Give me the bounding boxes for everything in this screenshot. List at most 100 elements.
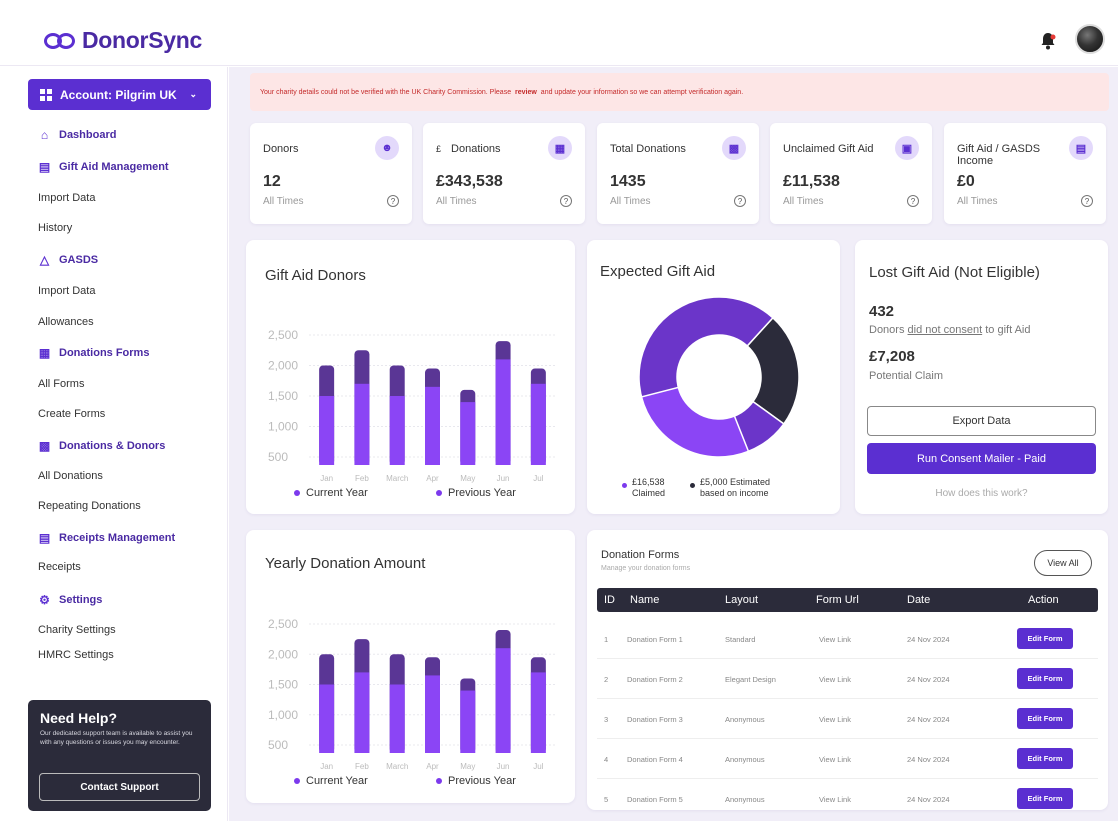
how-does-this-work-link[interactable]: How does this work?	[855, 488, 1108, 499]
bar-current-year[interactable]	[530, 672, 546, 753]
edit-form-button[interactable]: Edit Form	[1017, 748, 1073, 769]
stat-period: All Times	[957, 196, 998, 207]
home-icon: ⌂	[40, 127, 49, 142]
export-data-button[interactable]: Export Data	[867, 406, 1096, 436]
edit-form-button[interactable]: Edit Form	[1017, 628, 1073, 649]
receipt-icon: ▤	[38, 530, 51, 545]
sidebar-item-import-data[interactable]: Import Data	[38, 285, 95, 297]
sidebar-item-all-donations[interactable]: All Donations	[38, 470, 103, 482]
bar-current-year[interactable]	[460, 690, 476, 753]
help-icon[interactable]: ?	[387, 195, 399, 207]
cell-form-url-link[interactable]: View Link	[819, 715, 851, 724]
review-link[interactable]: review	[515, 89, 537, 96]
account-selector[interactable]: Account: Pilgrim UK ⌄	[28, 79, 211, 110]
sidebar-item-label: All Forms	[38, 378, 85, 390]
sidebar-item-label: Allowances	[38, 316, 94, 328]
y-tick-label: 1,500	[268, 678, 298, 692]
sidebar-item-gasds[interactable]: △ GASDS	[38, 252, 99, 267]
sidebar-item-gift-aid-management[interactable]: ▤ Gift Aid Management	[38, 160, 169, 174]
top-bar: DonorSync	[0, 0, 1118, 66]
app-logo[interactable]: DonorSync	[44, 27, 202, 54]
sidebar-item-label: Create Forms	[38, 408, 106, 420]
sidebar-item-receipts-management[interactable]: ▤ Receipts Management	[38, 530, 175, 545]
sidebar-item-hmrc-settings[interactable]: HMRC Settings	[38, 649, 114, 661]
help-icon[interactable]: ?	[1081, 195, 1093, 207]
stat-card-gift-aid-gasds-income: Gift Aid / GASDS Income ▤ £0 All Times?	[944, 123, 1106, 224]
bar-current-year[interactable]	[354, 672, 370, 753]
x-tick-label: Jun	[497, 474, 510, 483]
run-consent-mailer-button[interactable]: Run Consent Mailer - Paid	[867, 443, 1096, 474]
sidebar-item-donations-forms[interactable]: ▦ Donations Forms	[38, 346, 150, 360]
lost-donors-sub: Donors did not consent to gift Aid	[869, 324, 1031, 336]
sidebar-item-label: GASDS	[59, 253, 99, 266]
help-icon[interactable]: ?	[560, 195, 572, 207]
chevron-down-icon: ⌄	[189, 89, 197, 99]
stat-title: Unclaimed Gift Aid	[783, 143, 874, 155]
sidebar-item-donations-donors[interactable]: ▩ Donations & Donors	[38, 439, 166, 453]
col-layout: Layout	[725, 594, 759, 606]
sidebar-item-create-forms[interactable]: Create Forms	[38, 408, 105, 420]
x-tick-label: March	[386, 762, 408, 771]
donation-forms-subtitle: Manage your donation forms	[601, 565, 691, 572]
col-action: Action	[1028, 594, 1059, 606]
cell-date: 24 Nov 2024	[907, 635, 950, 644]
sidebar-item-receipts[interactable]: Receipts	[38, 561, 81, 573]
cell-form-url-link[interactable]: View Link	[819, 635, 851, 644]
bar-current-year[interactable]	[495, 648, 511, 753]
edit-form-button[interactable]: Edit Form	[1017, 708, 1073, 729]
gear-icon: ⚙	[39, 592, 50, 607]
sidebar-item-charity-settings[interactable]: Charity Settings	[38, 624, 116, 636]
y-tick-label: 500	[268, 450, 288, 464]
cell-name: Donation Form 3	[627, 715, 683, 724]
cell-form-url-link[interactable]: View Link	[819, 795, 851, 804]
cell-name: Donation Form 4	[627, 755, 683, 764]
table-row: 3 Donation Form 3 Anonymous View Link 24 Nov…	[597, 699, 1098, 739]
bar-current-year[interactable]	[425, 675, 440, 753]
bar-current-year[interactable]	[495, 359, 511, 465]
bar-current-year[interactable]	[389, 396, 405, 465]
sidebar-item-import-data[interactable]: Import Data	[38, 192, 95, 204]
cell-layout: Standard	[725, 635, 756, 644]
sidebar-item-repeating-donations[interactable]: Repeating Donations	[38, 500, 141, 512]
document-icon: ▤	[1069, 136, 1093, 160]
x-tick-label: Jan	[320, 762, 333, 771]
bar-current-year[interactable]	[319, 684, 335, 754]
x-tick-label: Apr	[426, 474, 439, 483]
stat-value: 12	[263, 173, 281, 190]
edit-form-button[interactable]: Edit Form	[1017, 788, 1073, 809]
bar-current-year[interactable]	[530, 383, 546, 465]
help-icon[interactable]: ?	[907, 195, 919, 207]
flask-icon: △	[39, 252, 50, 267]
bar-current-year[interactable]	[425, 386, 440, 465]
contact-support-button[interactable]: Contact Support	[39, 773, 200, 801]
edit-form-button[interactable]: Edit Form	[1017, 668, 1073, 689]
help-icon[interactable]: ?	[734, 195, 746, 207]
sidebar-item-settings[interactable]: ⚙ Settings	[38, 592, 102, 607]
bar-current-year[interactable]	[389, 684, 405, 754]
view-all-button[interactable]: View All	[1034, 550, 1092, 576]
y-tick-label: 1,000	[268, 420, 298, 434]
bar-current-year[interactable]	[460, 402, 476, 465]
sidebar-item-all-forms[interactable]: All Forms	[38, 378, 84, 390]
sidebar-item-label: Import Data	[38, 285, 96, 297]
cell-form-url-link[interactable]: View Link	[819, 675, 851, 684]
y-tick-label: 2,500	[268, 617, 298, 631]
pie-legend-estimated: £5,000 Estimated based on income	[690, 477, 770, 499]
table-row: 5 Donation Form 5 Anonymous View Link 24 Nov…	[597, 779, 1098, 810]
avatar[interactable]	[1075, 24, 1105, 54]
col-form-url: Form Url	[816, 594, 859, 606]
bar-current-year[interactable]	[354, 383, 370, 465]
cell-date: 24 Nov 2024	[907, 795, 950, 804]
sidebar-item-allowances[interactable]: Allowances	[38, 316, 94, 328]
bell-icon[interactable]	[1040, 32, 1056, 50]
help-title: Need Help?	[40, 710, 118, 726]
sidebar-item-history[interactable]: History	[38, 222, 72, 234]
sidebar-item-dashboard[interactable]: ⌂ Dashboard	[38, 127, 117, 142]
did-not-consent-link[interactable]: did not consent	[908, 324, 983, 336]
sidebar: Account: Pilgrim UK ⌄ ⌂ Dashboard ▤ Gift Ai…	[0, 67, 228, 821]
stat-card-total-donations: Total Donations ▩ 1435 All Times?	[597, 123, 759, 224]
legend-previous-year: Previous Year	[436, 775, 516, 787]
cell-form-url-link[interactable]: View Link	[819, 755, 851, 764]
bar-current-year[interactable]	[319, 396, 335, 465]
potential-claim-label: Potential Claim	[869, 370, 943, 382]
